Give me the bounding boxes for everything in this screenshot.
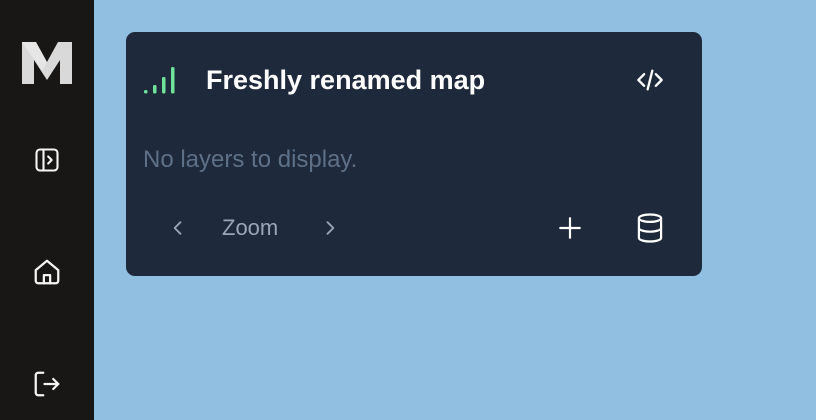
- panel-toggle-button[interactable]: [0, 134, 94, 186]
- chevron-left-icon: [168, 217, 188, 239]
- map-title: Freshly renamed map: [206, 65, 486, 95]
- logout-icon: [32, 369, 62, 399]
- sidebar: [0, 0, 94, 420]
- zoom-prev-button[interactable]: [160, 208, 196, 248]
- data-source-button[interactable]: [628, 206, 672, 250]
- map-card: Freshly renamed map No layers to display…: [126, 32, 702, 276]
- code-button[interactable]: [626, 60, 674, 100]
- zoom-next-button[interactable]: [312, 208, 348, 248]
- plus-icon: [557, 215, 583, 241]
- panel-toggle-icon: [33, 146, 61, 174]
- signal-bars-icon: [142, 63, 180, 95]
- chevron-right-icon: [320, 217, 340, 239]
- home-icon: [32, 257, 62, 287]
- database-icon: [635, 212, 665, 244]
- empty-layers-message: No layers to display.: [143, 146, 358, 173]
- m-logo-icon: [0, 36, 94, 90]
- add-layer-button[interactable]: [548, 208, 592, 248]
- zoom-label: Zoom: [222, 215, 279, 240]
- logout-button[interactable]: [0, 358, 94, 410]
- home-button[interactable]: [0, 246, 94, 298]
- code-icon: [634, 66, 666, 94]
